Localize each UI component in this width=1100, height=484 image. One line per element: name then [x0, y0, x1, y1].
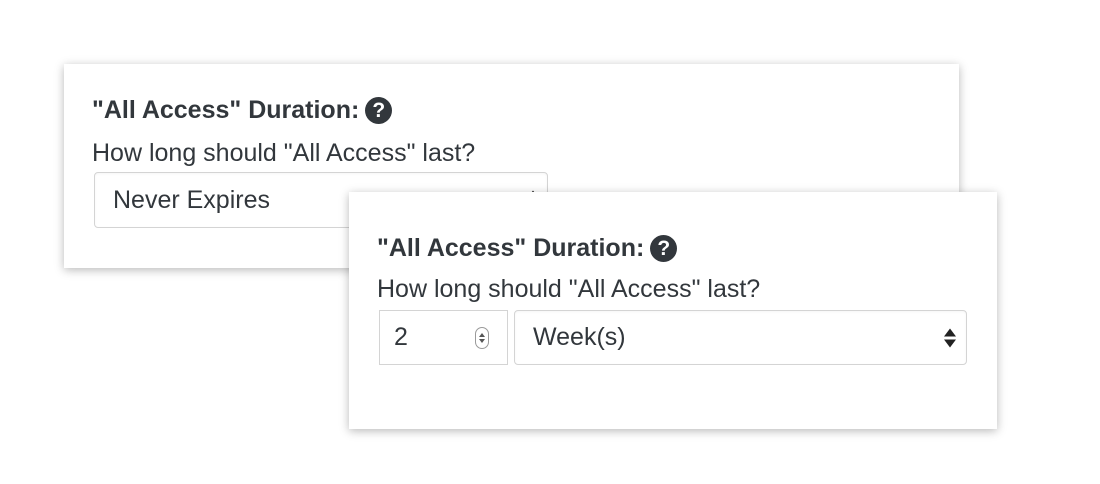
number-stepper-icon[interactable]: [475, 326, 489, 349]
duration-panel-weeks: "All Access" Duration: ? How long should…: [349, 192, 997, 429]
stage: "All Access" Duration: ? How long should…: [0, 0, 1100, 484]
duration-number-value: 2: [394, 323, 408, 351]
question-circle-icon[interactable]: ?: [650, 235, 678, 262]
duration-unit-select[interactable]: Week(s): [514, 310, 967, 365]
duration-unit-value: Week(s): [533, 323, 626, 351]
duration-title: "All Access" Duration: ?: [377, 234, 678, 263]
question-circle-icon[interactable]: ?: [365, 97, 393, 124]
duration-title-text: "All Access" Duration:: [377, 234, 645, 262]
duration-number-input[interactable]: 2: [379, 310, 508, 365]
duration-question: How long should "All Access" last?: [92, 139, 476, 167]
duration-title: "All Access" Duration: ?: [92, 96, 393, 125]
duration-question: How long should "All Access" last?: [377, 275, 761, 303]
duration-title-text: "All Access" Duration:: [92, 96, 360, 124]
select-arrows-icon: [944, 328, 956, 347]
duration-select-value: Never Expires: [113, 185, 270, 214]
